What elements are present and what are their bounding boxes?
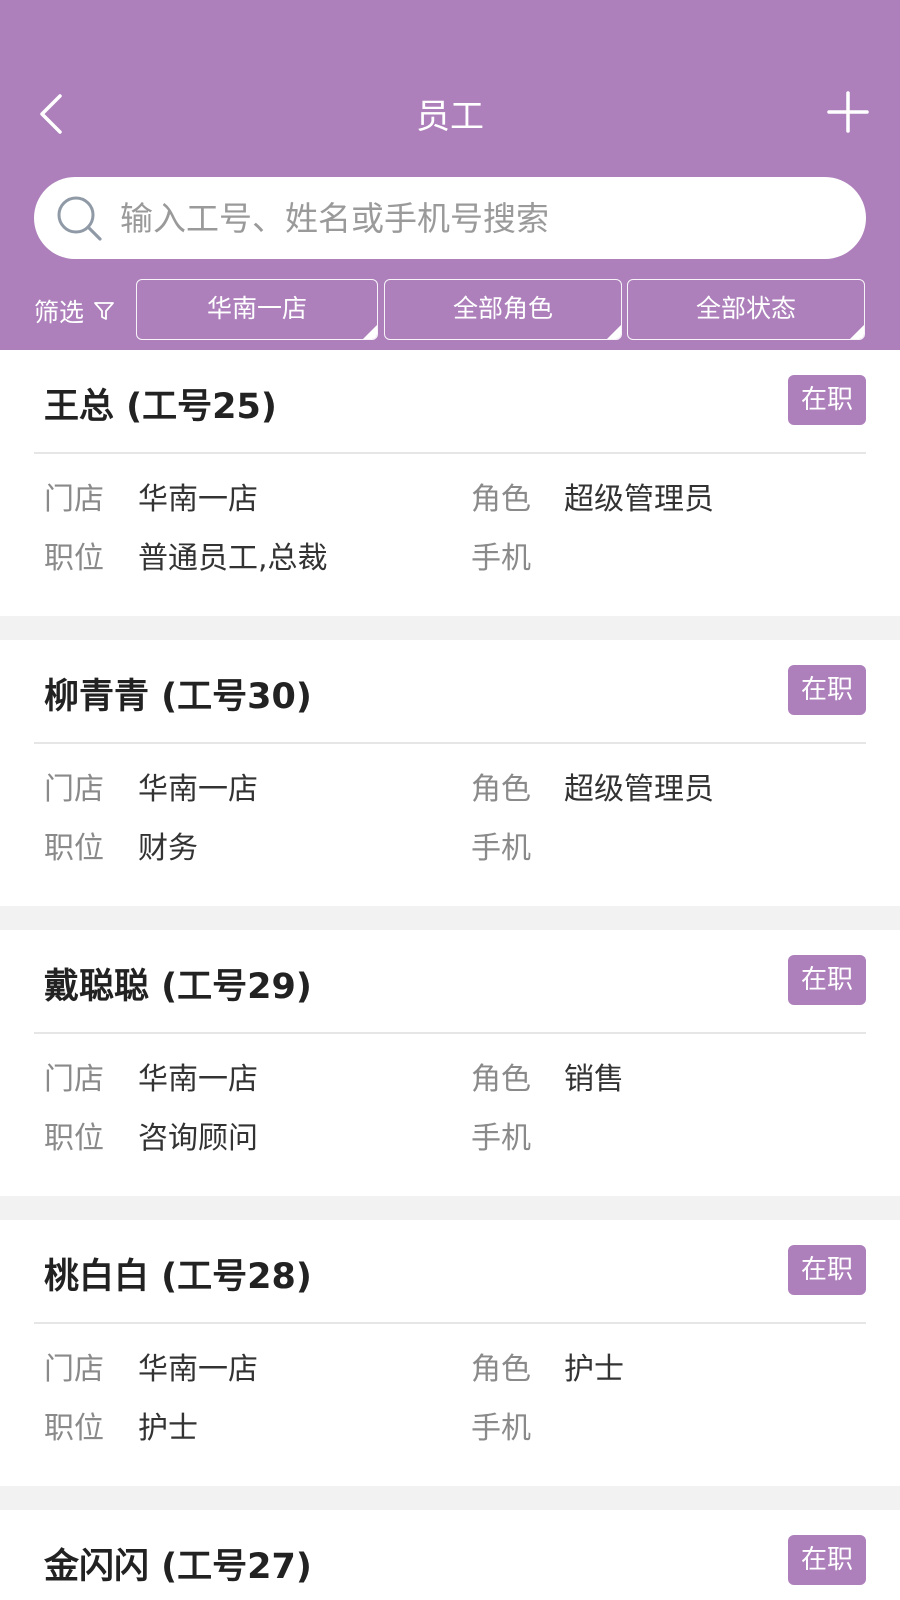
role-value: 超级管理员 [564, 482, 714, 517]
position-label: 职位 [44, 831, 104, 866]
employee-name: 桃白白 (工号28) [44, 1257, 312, 1297]
store-label: 门店 [44, 482, 104, 517]
position-value: 普通员工,总裁 [138, 541, 328, 576]
phone-label: 手机 [471, 1411, 531, 1446]
add-employee-button[interactable] [826, 90, 870, 134]
employee-card[interactable]: 金闪闪 (工号27) 在职 [0, 1510, 900, 1600]
role-filter-button[interactable]: 全部角色 [384, 279, 622, 340]
position-value: 咨询顾问 [138, 1121, 258, 1156]
position-value: 护士 [138, 1411, 198, 1446]
role-label: 角色 [471, 772, 531, 807]
role-filter-label: 全部角色 [452, 294, 553, 323]
divider [34, 742, 866, 744]
app-header: 员工 筛选 华南一店 全部角色 全部状态 [0, 0, 900, 350]
role-label: 角色 [471, 1352, 531, 1387]
store-label: 门店 [44, 772, 104, 807]
status-filter-label: 全部状态 [695, 294, 796, 323]
status-badge: 在职 [788, 665, 866, 715]
employee-name: 金闪闪 (工号27) [44, 1547, 312, 1587]
employee-name: 王总 (工号25) [44, 387, 277, 427]
store-value: 华南一店 [138, 1062, 258, 1097]
store-filter-label: 华南一店 [206, 294, 307, 323]
status-badge: 在职 [788, 375, 866, 425]
store-label: 门店 [44, 1062, 104, 1097]
store-value: 华南一店 [138, 772, 258, 807]
status-filter-button[interactable]: 全部状态 [627, 279, 865, 340]
position-value: 财务 [138, 831, 198, 866]
employee-name: 戴聪聪 (工号29) [44, 967, 312, 1007]
status-badge: 在职 [788, 1535, 866, 1585]
employee-card[interactable]: 柳青青 (工号30) 在职 门店 华南一店 角色 超级管理员 职位 财务 手机 [0, 640, 900, 906]
page-title: 员工 [416, 97, 484, 137]
employee-card[interactable]: 戴聪聪 (工号29) 在职 门店 华南一店 角色 销售 职位 咨询顾问 手机 [0, 930, 900, 1196]
phone-label: 手机 [471, 831, 531, 866]
employee-card[interactable]: 桃白白 (工号28) 在职 门店 华南一店 角色 护士 职位 护士 手机 [0, 1220, 900, 1486]
plus-icon [827, 91, 869, 133]
status-badge: 在职 [788, 1245, 866, 1295]
filter-icon [94, 302, 114, 320]
phone-label: 手机 [471, 1121, 531, 1156]
divider [34, 452, 866, 454]
filter-label[interactable]: 筛选 [34, 291, 116, 331]
dropdown-corner-icon [363, 325, 377, 339]
role-value: 销售 [564, 1062, 624, 1097]
search-icon [57, 196, 102, 241]
store-label: 门店 [44, 1352, 104, 1387]
search-bar[interactable] [34, 177, 866, 259]
divider [34, 1322, 866, 1324]
phone-label: 手机 [471, 541, 531, 576]
dropdown-corner-icon [850, 325, 864, 339]
store-value: 华南一店 [138, 1352, 258, 1387]
position-label: 职位 [44, 1411, 104, 1446]
filter-label-text: 筛选 [34, 298, 85, 327]
search-input[interactable] [118, 185, 838, 251]
role-value: 超级管理员 [564, 772, 714, 807]
role-label: 角色 [471, 482, 531, 517]
store-value: 华南一店 [138, 482, 258, 517]
employee-card[interactable]: 王总 (工号25) 在职 门店 华南一店 角色 超级管理员 职位 普通员工,总裁… [0, 350, 900, 616]
status-badge: 在职 [788, 955, 866, 1005]
role-value: 护士 [564, 1352, 624, 1387]
position-label: 职位 [44, 541, 104, 576]
role-label: 角色 [471, 1062, 531, 1097]
position-label: 职位 [44, 1121, 104, 1156]
employee-name: 柳青青 (工号30) [44, 677, 312, 717]
store-filter-button[interactable]: 华南一店 [136, 279, 378, 340]
divider [34, 1032, 866, 1034]
dropdown-corner-icon [607, 325, 621, 339]
